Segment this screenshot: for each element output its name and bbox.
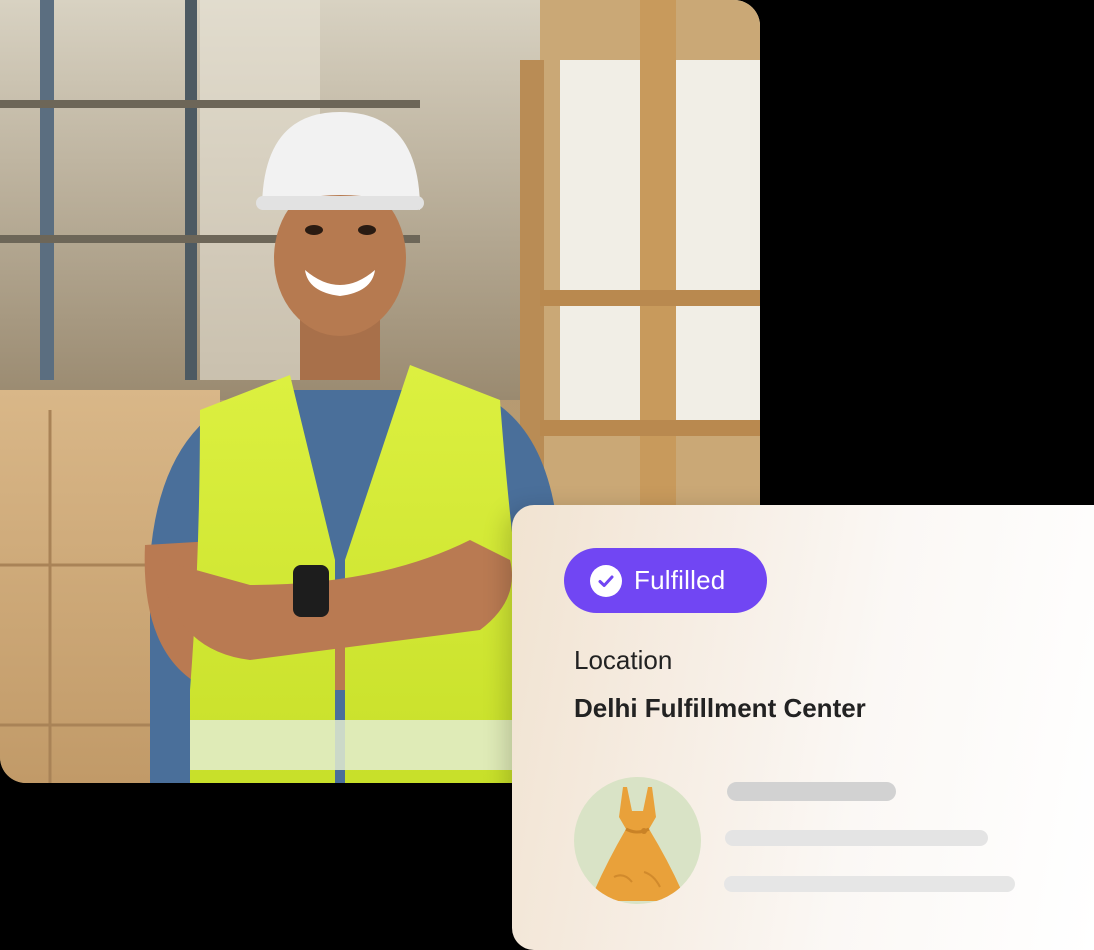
check-circle-icon [590, 564, 622, 597]
placeholder-line [727, 782, 896, 801]
location-value: Delhi Fulfillment Center [574, 693, 866, 723]
placeholder-line [724, 876, 1015, 892]
placeholder-line [725, 830, 988, 846]
badge-label: Fulfilled [634, 565, 726, 595]
product-thumbnail [574, 777, 701, 904]
dress-icon [590, 787, 686, 901]
fulfilled-badge: Fulfilled [564, 548, 767, 613]
fulfillment-card: Fulfilled Location Delhi Fulfillment Cen… [512, 505, 1094, 950]
location-label: Location [574, 645, 673, 675]
